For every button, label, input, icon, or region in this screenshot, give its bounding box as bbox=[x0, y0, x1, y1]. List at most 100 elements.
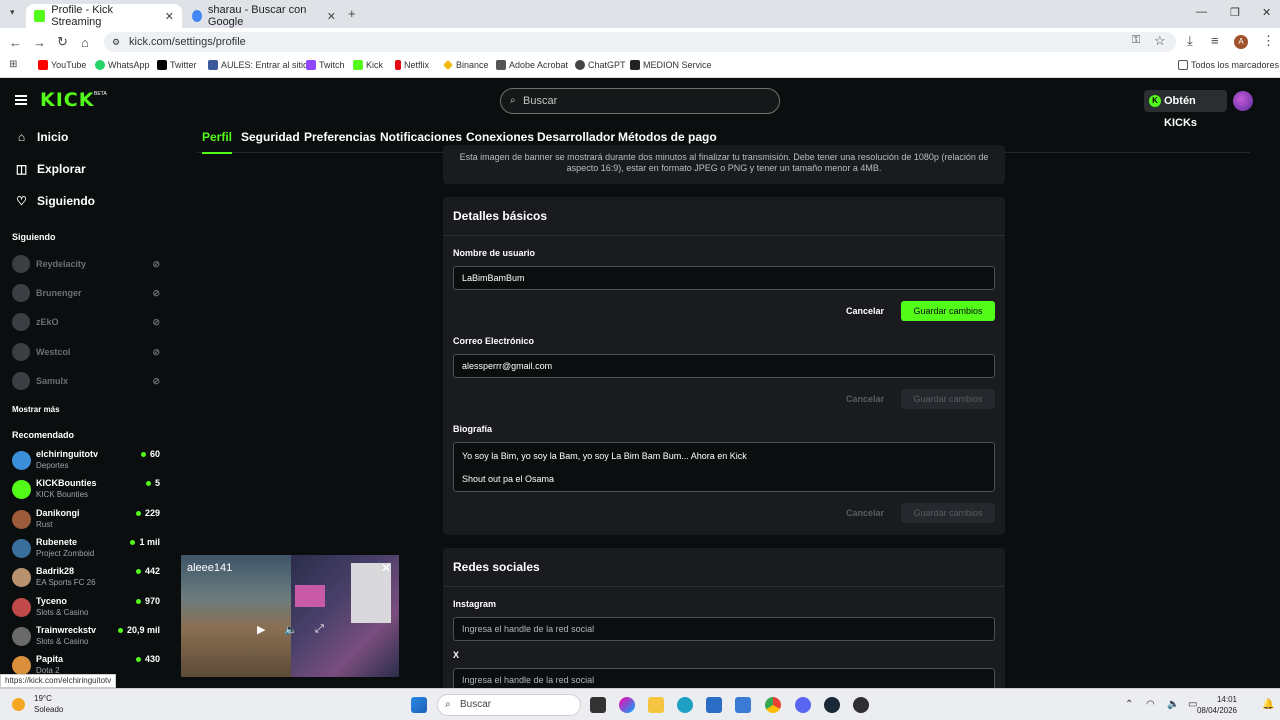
recommended-item[interactable]: Tyceno Slots & Casino 970 bbox=[12, 595, 160, 621]
mini-player[interactable]: aleee141 ✕ ▶ 🔈 ⤢ bbox=[181, 555, 399, 677]
file-explorer-icon[interactable] bbox=[648, 697, 664, 713]
tab-seguridad[interactable]: Seguridad bbox=[241, 130, 300, 144]
obs-icon[interactable] bbox=[853, 697, 869, 713]
email-input[interactable]: alessperrr@gmail.com bbox=[453, 354, 995, 378]
show-more-link[interactable]: Mostrar más bbox=[12, 405, 60, 414]
taskbar-search[interactable]: ⌕ Buscar bbox=[437, 694, 581, 716]
username-input[interactable]: LaBimBamBum bbox=[453, 266, 995, 290]
new-tab-icon[interactable]: + bbox=[348, 6, 356, 21]
user-avatar[interactable] bbox=[1233, 91, 1253, 111]
bookmark-whatsapp[interactable]: WhatsApp bbox=[95, 60, 150, 70]
bookmark-twitch[interactable]: Twitch bbox=[306, 60, 345, 70]
close-tab-icon[interactable]: ✕ bbox=[327, 10, 336, 23]
steam-icon[interactable] bbox=[824, 697, 840, 713]
all-bookmarks[interactable]: Todos los marcadores bbox=[1178, 60, 1279, 70]
bookmark-star-icon[interactable]: ☆ bbox=[1154, 33, 1166, 49]
home-button-icon[interactable]: ⌂ bbox=[81, 35, 89, 50]
edge-icon[interactable] bbox=[677, 697, 693, 713]
nav-explorar[interactable]: ◫ Explorar bbox=[15, 162, 86, 176]
instagram-input[interactable]: Ingresa el handle de la red social bbox=[453, 617, 995, 641]
kick-search-input[interactable]: ⌕ Buscar bbox=[500, 88, 780, 114]
task-view-icon[interactable] bbox=[590, 697, 606, 713]
bookmark-chatgpt[interactable]: ChatGPT bbox=[575, 60, 626, 70]
tab-metodos-de-pago[interactable]: Métodos de pago bbox=[618, 130, 717, 144]
following-item[interactable]: Brunenger ⊘ bbox=[12, 283, 160, 303]
close-window-icon[interactable]: ✕ bbox=[1262, 6, 1271, 19]
recommended-item[interactable]: Rubenete Project Zomboid 1 mil bbox=[12, 536, 160, 562]
menu-hamburger-icon[interactable] bbox=[15, 95, 27, 105]
tab-kick-profile[interactable]: Profile - Kick Streaming ✕ bbox=[26, 4, 182, 28]
back-icon[interactable]: ← bbox=[9, 35, 22, 50]
site-info-icon[interactable]: ⚙ bbox=[112, 32, 120, 52]
netflix-icon bbox=[395, 60, 401, 70]
following-item[interactable]: Samulx ⊘ bbox=[12, 371, 160, 391]
bookmark-netflix[interactable]: Netflix bbox=[395, 60, 429, 70]
chrome-icon[interactable] bbox=[765, 697, 781, 713]
profile-avatar-icon[interactable]: A bbox=[1234, 35, 1248, 49]
speaker-icon[interactable]: 🔈 bbox=[1167, 699, 1179, 710]
recommended-item[interactable]: Danikongi Rust 229 bbox=[12, 507, 160, 533]
tab-conexiones[interactable]: Conexiones bbox=[466, 130, 534, 144]
following-item[interactable]: zEkO ⊘ bbox=[12, 312, 160, 332]
cancel-button[interactable]: Cancelar bbox=[846, 508, 884, 518]
tab-desarrollador[interactable]: Desarrollador bbox=[537, 130, 615, 144]
x-input[interactable]: Ingresa el handle de la red social bbox=[453, 668, 995, 688]
tab-google-search[interactable]: sharau - Buscar con Google ✕ bbox=[184, 4, 344, 28]
save-changes-button[interactable]: Guardar cambios bbox=[901, 389, 995, 409]
playlist-icon[interactable]: ≡ bbox=[1211, 33, 1219, 48]
reload-icon[interactable]: ↻ bbox=[57, 34, 68, 50]
volume-icon[interactable]: 🔈 bbox=[284, 623, 298, 636]
nav-siguiendo[interactable]: ♡ Siguiendo bbox=[15, 194, 95, 208]
kick-logo[interactable]: KICK bbox=[40, 89, 94, 111]
recommended-item[interactable]: KICKBounties KICK Bounties 5 bbox=[12, 477, 160, 503]
cancel-button[interactable]: Cancelar bbox=[846, 394, 884, 404]
browser-menu-icon[interactable]: ⋮ bbox=[1262, 33, 1275, 49]
bookmark-kick[interactable]: Kick bbox=[353, 60, 383, 70]
bookmark-youtube[interactable]: YouTube bbox=[38, 60, 86, 70]
bookmark-binance[interactable]: Binance bbox=[443, 60, 489, 70]
play-icon[interactable]: ▶ bbox=[257, 623, 265, 636]
bookmark-aules[interactable]: AULES: Entrar al sitio bbox=[208, 60, 308, 70]
bookmark-medion[interactable]: MEDION Service bbox=[630, 60, 712, 70]
tab-notificaciones[interactable]: Notificaciones bbox=[380, 130, 462, 144]
store-icon[interactable] bbox=[706, 697, 722, 713]
avatar bbox=[12, 627, 31, 646]
discord-icon[interactable] bbox=[795, 697, 811, 713]
bio-textarea[interactable]: Yo soy la Bim, yo soy la Bam, yo soy La … bbox=[453, 442, 995, 492]
tab-list-icon[interactable]: ▾ bbox=[10, 7, 15, 18]
recommended-item[interactable]: Trainwreckstv Slots & Casino 20,9 mil bbox=[12, 624, 160, 650]
password-key-icon[interactable]: ⚿ bbox=[1132, 34, 1140, 47]
copilot-icon[interactable] bbox=[619, 697, 635, 713]
save-changes-button[interactable]: Guardar cambios bbox=[901, 301, 995, 321]
download-icon[interactable]: ⤓ bbox=[1187, 33, 1193, 49]
nav-inicio[interactable]: ⌂ Inicio bbox=[15, 130, 68, 144]
apps-grid-icon[interactable]: ⊞ bbox=[9, 59, 17, 70]
forward-icon[interactable]: → bbox=[33, 35, 46, 50]
recommended-item[interactable]: Badrik28 EA Sports FC 26 442 bbox=[12, 565, 160, 591]
wifi-icon[interactable]: ◠ bbox=[1146, 699, 1155, 710]
following-item[interactable]: Reydelacity ⊘ bbox=[12, 254, 160, 274]
address-bar[interactable]: ⚙ kick.com/settings/profile bbox=[104, 32, 1176, 52]
recommended-item[interactable]: elchiringuitotv Deportes 60 bbox=[12, 448, 160, 474]
cancel-button[interactable]: Cancelar bbox=[846, 306, 884, 316]
restore-icon[interactable]: ❐ bbox=[1230, 6, 1240, 19]
tab-perfil[interactable]: Perfil bbox=[202, 130, 233, 154]
bookmark-adobe[interactable]: Adobe Acrobat bbox=[496, 60, 568, 70]
windows-start-icon[interactable] bbox=[411, 697, 427, 713]
close-icon[interactable]: ✕ bbox=[381, 561, 391, 575]
minimize-icon[interactable]: — bbox=[1196, 6, 1207, 18]
basic-details-title: Detalles básicos bbox=[443, 197, 1005, 236]
following-item[interactable]: Westcol ⊘ bbox=[12, 342, 160, 362]
bookmark-twitter[interactable]: Twitter bbox=[157, 60, 197, 70]
close-tab-icon[interactable]: ✕ bbox=[165, 10, 174, 23]
get-kicks-button[interactable]: K Obtén KICKs bbox=[1144, 90, 1227, 129]
save-changes-button[interactable]: Guardar cambios bbox=[901, 503, 995, 523]
expand-icon[interactable]: ⤢ bbox=[315, 623, 324, 636]
notification-bell-icon[interactable]: 🔔 bbox=[1262, 699, 1274, 710]
kick-icon bbox=[353, 60, 363, 70]
tab-preferencias[interactable]: Preferencias bbox=[304, 130, 376, 144]
tray-chevron-icon[interactable]: ⌃ bbox=[1125, 699, 1133, 710]
mail-icon[interactable] bbox=[735, 697, 751, 713]
url-text: kick.com/settings/profile bbox=[129, 36, 246, 48]
clock[interactable]: 14:01 08/04/2026 bbox=[1197, 694, 1237, 716]
